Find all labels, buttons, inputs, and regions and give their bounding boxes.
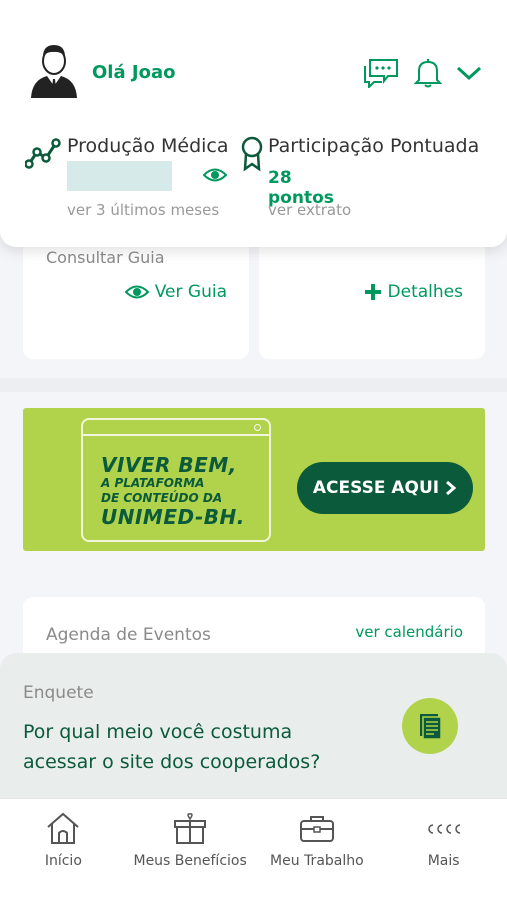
detalhes-link[interactable]: Detalhes (364, 282, 463, 302)
nav-inicio[interactable]: Início (0, 799, 127, 900)
banner-line2: A PLATAFORMA (101, 476, 205, 490)
nav-trabalho-label: Meu Trabalho (270, 853, 364, 869)
award-icon (241, 136, 263, 172)
document-icon (420, 714, 442, 740)
nav-mais-label: Mais (427, 853, 460, 869)
consultar-guia-label: Consultar Guia (46, 248, 165, 267)
poll-label: Enquete (23, 683, 94, 703)
briefcase-icon (299, 816, 334, 842)
bottom-nav: Início Meus Benefícios Meu Trabalho Mais (0, 798, 507, 900)
participacao-title: Participação Pontuada (268, 135, 480, 157)
poll-question[interactable]: Por qual meio você costuma acessar o sit… (23, 717, 363, 777)
eye-icon[interactable] (203, 167, 227, 183)
nav-beneficios-label: Meus Benefícios (133, 853, 247, 869)
bell-icon[interactable] (414, 58, 442, 88)
ver-extrato-link[interactable]: ver extrato (268, 201, 351, 219)
detalhes-label: Detalhes (387, 282, 463, 302)
nav-inicio-label: Início (44, 853, 82, 869)
banner-line1: VIVER BEM, (101, 453, 237, 477)
ver-calendario-link[interactable]: ver calendário (355, 623, 463, 641)
ver-guia-label: Ver Guia (154, 282, 227, 302)
chart-line-icon (25, 138, 61, 169)
ver-3-meses-link[interactable]: ver 3 últimos meses (67, 201, 219, 219)
poll-button[interactable] (402, 698, 458, 754)
chevron-right-icon (446, 480, 457, 496)
acesse-aqui-button[interactable]: ACESSE AQUI (297, 462, 473, 514)
section-divider (0, 378, 507, 392)
chat-icon[interactable] (362, 58, 400, 88)
agenda-title: Agenda de Eventos (46, 625, 211, 645)
eye-icon (124, 285, 149, 299)
header-actions (362, 58, 482, 88)
nav-beneficios[interactable]: Meus Benefícios (127, 799, 254, 900)
gift-icon (174, 813, 207, 844)
banner-line3: DE CONTEÚDO DA (101, 491, 223, 505)
poll-section: Enquete Por qual meio você costuma acess… (0, 653, 507, 803)
chevron-down-icon[interactable] (456, 65, 482, 81)
nav-trabalho[interactable]: Meu Trabalho (254, 799, 381, 900)
home-icon (47, 812, 80, 844)
nav-mais[interactable]: Mais (380, 799, 507, 900)
banner-text: VIVER BEM, A PLATAFORMA DE CONTEÚDO DA U… (101, 454, 245, 528)
more-icon (427, 824, 460, 834)
greeting: Olá Joao (92, 62, 176, 83)
ver-guia-link[interactable]: Ver Guia (124, 282, 227, 302)
header-card: Olá Joao Produção Médica ver 3 últimos m… (0, 0, 507, 247)
avatar-icon[interactable] (29, 42, 79, 98)
acesse-aqui-label: ACESSE AQUI (312, 478, 440, 498)
banner-line4: UNIMED-BH. (101, 505, 245, 529)
producao-title: Produção Médica (67, 135, 229, 157)
producao-hidden-value (67, 161, 172, 191)
viver-bem-banner[interactable]: VIVER BEM, A PLATAFORMA DE CONTEÚDO DA U… (23, 408, 485, 551)
plus-icon (364, 284, 381, 300)
